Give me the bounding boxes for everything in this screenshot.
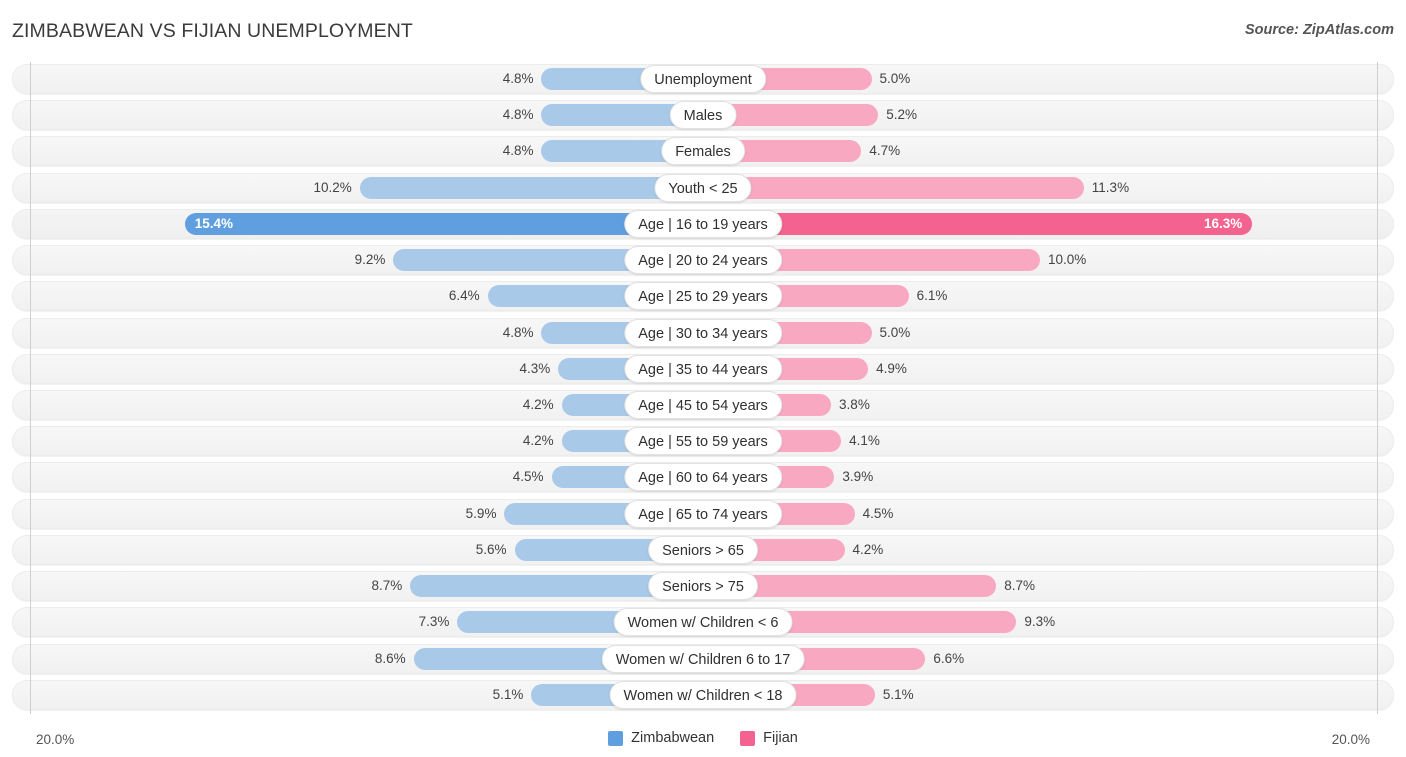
category-label: Age | 30 to 34 years [624,318,782,347]
legend-label: Zimbabwean [631,730,715,746]
value-label-zimbabwean: 7.3% [418,614,450,630]
table-row[interactable]: 5.9% 4.5% Age | 65 to 74 years [0,497,1406,533]
value-label-zimbabwean: 4.5% [512,469,544,485]
source-attribution: Source: ZipAtlas.com [1244,22,1394,38]
value-label-zimbabwean: 8.6% [374,650,406,666]
legend-swatch-icon [740,730,756,746]
category-label: Unemployment [640,65,766,93]
axis-line-right [1377,62,1378,714]
category-label: Age | 35 to 44 years [624,354,782,383]
value-label-fijian: 5.0% [879,71,911,86]
value-label-zimbabwean: 5.9% [465,505,497,521]
chart-page: ZIMBABWEAN VS FIJIAN UNEMPLOYMENT Source… [0,0,1406,757]
category-label: Age | 16 to 19 years [624,209,782,238]
value-label-fijian: 5.2% [886,107,918,123]
category-label: Age | 60 to 64 years [624,463,782,492]
value-label-fijian: 8.7% [1004,578,1035,594]
bar-zimbabwean[interactable] [359,176,703,199]
category-label: Age | 65 to 74 years [624,499,782,528]
category-label: Youth < 25 [654,173,752,202]
value-label-zimbabwean: 4.2% [522,433,554,449]
table-row[interactable]: 4.8% 5.0% Unemployment [0,62,1406,98]
value-label-zimbabwean: 4.3% [519,360,551,376]
category-label: Women w/ Children < 6 [613,608,793,637]
table-row[interactable]: 10.2% 11.3% Youth < 25 [0,171,1406,207]
value-label-zimbabwean: 5.6% [475,541,507,557]
table-row[interactable]: 4.8% 4.7% Females [0,134,1406,170]
value-label-fijian: 4.2% [852,541,884,557]
value-label-zimbabwean: 8.7% [371,578,403,594]
value-label-zimbabwean: 5.1% [492,686,524,702]
bar-fijian[interactable] [703,212,1253,235]
table-row[interactable]: 6.4% 6.1% Age | 25 to 29 years [0,279,1406,315]
legend-label: Fijian [763,730,798,746]
value-label-fijian: 6.1% [916,288,948,304]
value-label-zimbabwean: 10.2% [313,179,352,195]
table-row[interactable]: 4.2% 3.8% Age | 45 to 54 years [0,388,1406,424]
value-label-fijian: 5.1% [882,686,914,702]
table-row[interactable]: 8.6% 6.6% Women w/ Children 6 to 17 [0,642,1406,678]
table-row[interactable]: 5.1% 5.1% Women w/ Children < 18 [0,678,1406,714]
legend-swatch-icon [608,730,624,746]
category-label: Age | 45 to 54 years [624,390,782,419]
chart-legend: Zimbabwean Fijian [0,730,1406,746]
category-label: Age | 25 to 29 years [624,282,782,311]
table-row[interactable]: 4.3% 4.9% Age | 35 to 44 years [0,352,1406,388]
category-label: Females [661,137,745,166]
value-label-fijian: 4.1% [849,433,880,449]
table-row[interactable]: 8.7% 8.7% Seniors > 75 [0,569,1406,605]
value-label-zimbabwean: 15.4% [194,215,234,231]
table-row[interactable]: 4.5% 3.9% Age | 60 to 64 years [0,460,1406,496]
value-label-fijian: 10.0% [1048,252,1087,268]
value-label-fijian: 4.5% [862,505,894,521]
category-label: Seniors > 65 [648,535,758,564]
table-row[interactable]: 9.2% 10.0% Age | 20 to 24 years [0,243,1406,279]
legend-item[interactable]: Fijian [740,730,798,746]
table-row[interactable]: 5.6% 4.2% Seniors > 65 [0,533,1406,569]
value-label-zimbabwean: 9.2% [354,252,386,268]
value-label-zimbabwean: 4.8% [502,107,534,123]
legend-item[interactable]: Zimbabwean [608,730,714,746]
category-label: Women w/ Children < 18 [609,680,797,709]
value-label-fijian: 4.9% [876,360,907,376]
value-label-zimbabwean: 4.2% [522,396,554,412]
bar-rows-container: 4.8% 5.0% Unemployment 4.8% 5.2% Males 4.8% 4.7… [0,62,1406,714]
category-label: Age | 20 to 24 years [624,246,782,275]
chart-footer: 20.0% 20.0% Zimbabwean Fijian [0,714,1406,757]
plot-area: 4.8% 5.0% Unemployment 4.8% 5.2% Males 4.8% 4.7… [0,62,1406,714]
category-label: Seniors > 75 [648,572,758,601]
category-label: Males [669,101,737,130]
value-label-zimbabwean: 6.4% [448,288,480,304]
value-label-fijian: 6.6% [933,650,965,666]
value-label-fijian: 3.8% [839,396,870,412]
value-label-fijian: 11.3% [1091,179,1130,195]
bar-fijian[interactable] [703,176,1084,199]
table-row[interactable]: 4.8% 5.2% Males [0,98,1406,134]
category-label: Age | 55 to 59 years [624,427,782,456]
value-label-fijian: 9.3% [1024,614,1056,630]
category-label: Women w/ Children 6 to 17 [601,644,805,673]
table-row[interactable]: 7.3% 9.3% Women w/ Children < 6 [0,605,1406,641]
value-label-fijian: 16.3% [1204,215,1243,231]
table-row[interactable]: 15.4% 16.3% Age | 16 to 19 years [0,207,1406,243]
page-title: ZIMBABWEAN VS FIJIAN UNEMPLOYMENT [12,20,413,42]
axis-line-left [30,62,31,714]
table-row[interactable]: 4.8% 5.0% Age | 30 to 34 years [0,316,1406,352]
chart-header: ZIMBABWEAN VS FIJIAN UNEMPLOYMENT Source… [0,0,1406,62]
value-label-fijian: 4.7% [869,143,901,159]
table-row[interactable]: 4.2% 4.1% Age | 55 to 59 years [0,424,1406,460]
value-label-zimbabwean: 4.8% [502,143,534,159]
value-label-zimbabwean: 4.8% [502,324,534,340]
value-label-zimbabwean: 4.8% [502,71,534,86]
value-label-fijian: 3.9% [842,469,874,485]
value-label-fijian: 5.0% [879,324,911,340]
